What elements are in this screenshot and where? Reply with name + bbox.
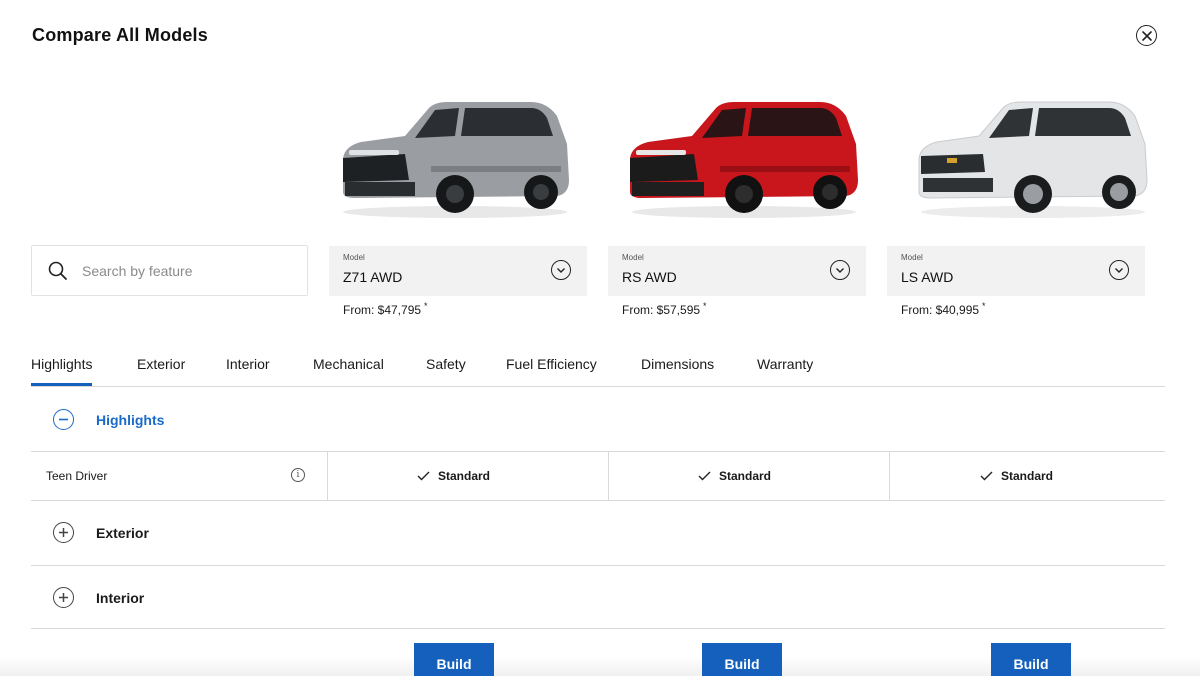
section-exterior-header[interactable]: Exterior	[31, 501, 1165, 566]
checkmark-icon	[417, 471, 430, 481]
tab-mechanical[interactable]: Mechanical	[313, 356, 384, 372]
search-box[interactable]	[31, 245, 308, 296]
tab-highlights[interactable]: Highlights	[31, 356, 93, 386]
model-value: RS AWD	[622, 269, 677, 285]
expand-icon	[53, 522, 74, 543]
search-input[interactable]	[82, 262, 282, 279]
page-title: Compare All Models	[32, 25, 208, 45]
chevron-down-icon	[830, 260, 850, 280]
feature-value: Standard	[698, 469, 771, 483]
feature-value: Standard	[417, 469, 490, 483]
model-select-2[interactable]: Model RS AWD	[608, 246, 866, 296]
collapse-icon	[53, 409, 74, 430]
tab-fuel-efficiency[interactable]: Fuel Efficiency	[506, 356, 597, 372]
section-interior-header[interactable]: Interior	[31, 566, 1165, 629]
feature-name: Teen Driver	[46, 469, 108, 483]
tab-dimensions[interactable]: Dimensions	[641, 356, 714, 372]
expand-icon	[53, 587, 74, 608]
model-caption: Model	[622, 253, 644, 262]
price-disclaimer-mark[interactable]: *	[703, 301, 707, 311]
model-price-1: From: $47,795 *	[343, 301, 428, 317]
model-select-1[interactable]: Model Z71 AWD	[329, 246, 587, 296]
close-button[interactable]	[1136, 25, 1157, 46]
checkmark-icon	[980, 471, 993, 481]
section-label: Highlights	[96, 412, 165, 428]
table-row: Teen Driver i Standard Standard Standard	[31, 452, 1165, 501]
chevron-down-icon	[1109, 260, 1129, 280]
model-caption: Model	[901, 253, 923, 262]
model-value: LS AWD	[901, 269, 954, 285]
tab-safety[interactable]: Safety	[426, 356, 466, 372]
build-button-3[interactable]: Build	[991, 643, 1071, 676]
column-divider	[327, 452, 328, 500]
category-tabs: Highlights Exterior Interior Mechanical …	[31, 346, 1165, 387]
price-disclaimer-mark[interactable]: *	[982, 301, 986, 311]
info-icon[interactable]: i	[291, 468, 305, 482]
tab-exterior[interactable]: Exterior	[137, 356, 185, 372]
build-button-1[interactable]: Build	[414, 643, 494, 676]
tab-interior[interactable]: Interior	[226, 356, 270, 372]
car-image-rs	[624, 96, 862, 224]
section-label: Interior	[96, 590, 145, 606]
chevron-down-icon	[551, 260, 571, 280]
section-label: Exterior	[96, 525, 149, 541]
column-divider	[889, 452, 890, 500]
model-price-3: From: $40,995 *	[901, 301, 986, 317]
model-value: Z71 AWD	[343, 269, 403, 285]
car-image-z71	[335, 96, 573, 224]
price-disclaimer-mark[interactable]: *	[424, 301, 428, 311]
model-price-2: From: $57,595 *	[622, 301, 707, 317]
close-icon	[1141, 30, 1152, 41]
build-button-2[interactable]: Build	[702, 643, 782, 676]
checkmark-icon	[698, 471, 711, 481]
feature-value: Standard	[980, 469, 1053, 483]
tab-warranty[interactable]: Warranty	[757, 356, 813, 372]
column-divider	[608, 452, 609, 500]
section-highlights-header[interactable]: Highlights	[31, 388, 1165, 452]
car-image-ls	[913, 96, 1151, 224]
model-caption: Model	[343, 253, 365, 262]
search-icon	[48, 261, 67, 280]
model-select-3[interactable]: Model LS AWD	[887, 246, 1145, 296]
